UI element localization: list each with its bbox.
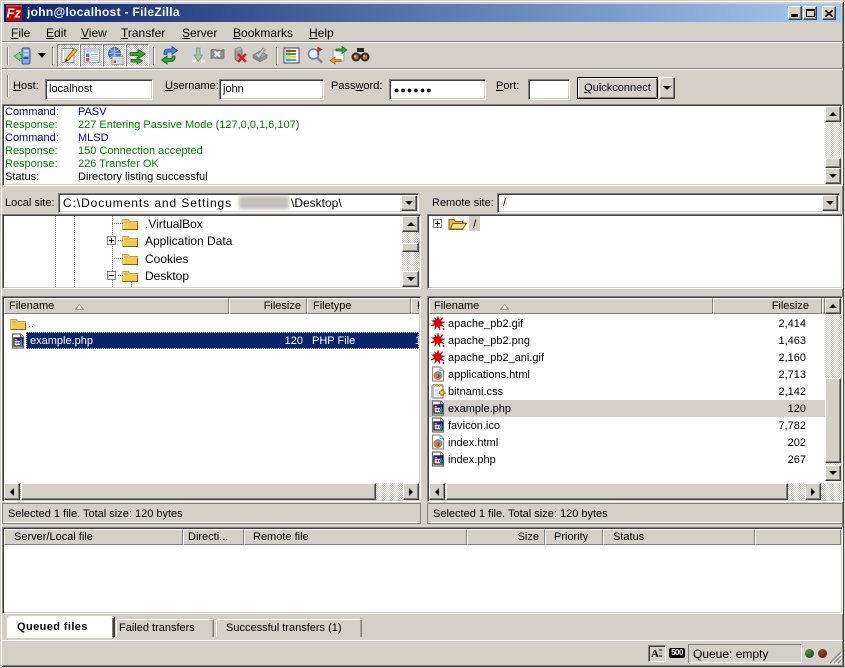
svg-text:Fz: Fz bbox=[7, 6, 22, 21]
svg-text:A: A bbox=[651, 648, 659, 660]
